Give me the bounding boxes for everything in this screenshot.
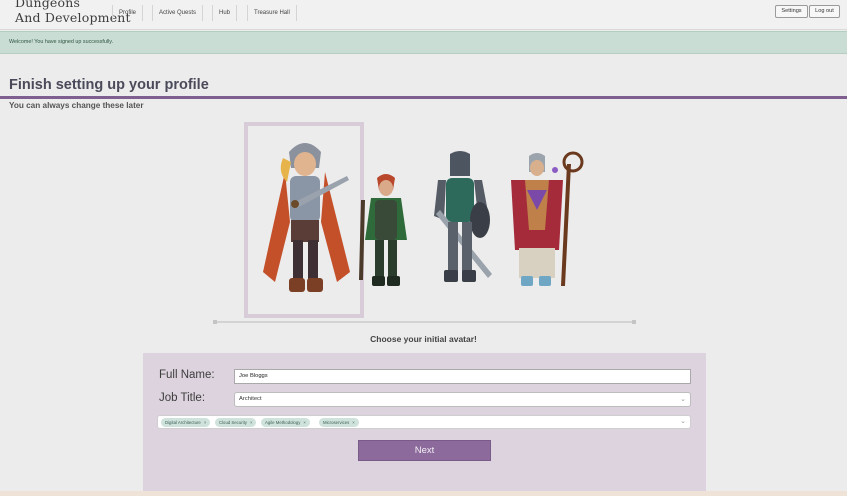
job-title-value: Architect — [239, 396, 262, 402]
choose-avatar-label: Choose your initial avatar! — [370, 334, 477, 344]
knight-avatar[interactable] — [428, 150, 496, 290]
chevron-down-icon: ⌄ — [680, 396, 686, 403]
skill-tag-label: Digital Architecture — [165, 420, 201, 425]
next-button[interactable]: Next — [358, 440, 491, 461]
skill-tag: Agile Methodology × — [261, 418, 310, 427]
skill-tag-label: Microservices — [323, 420, 350, 425]
job-title-label: Job Title: — [159, 392, 206, 404]
profile-form: Full Name: Joe Bloggs Job Title: Archite… — [143, 353, 706, 493]
job-title-select[interactable]: Architect ⌄ — [234, 392, 691, 407]
nav-link-treasure-hall[interactable]: Treasure Hall — [247, 5, 297, 21]
warrior-avatar[interactable] — [255, 132, 355, 306]
skill-tag: Digital Architecture × — [161, 418, 211, 427]
title-divider — [0, 96, 847, 99]
ranger-avatar[interactable] — [357, 170, 415, 292]
skills-multiselect[interactable]: Digital Architecture × Cloud Security × Ag… — [157, 415, 691, 429]
success-alert: Welcome! You have signed up successfully… — [0, 31, 847, 54]
logout-button[interactable]: Log out — [809, 5, 840, 18]
page-subtitle: You can always change these later — [9, 101, 144, 110]
avatar-scrollbar[interactable] — [214, 321, 636, 323]
remove-tag-icon[interactable]: × — [204, 420, 207, 425]
remove-tag-icon[interactable]: × — [352, 420, 355, 425]
chevron-down-icon[interactable]: ⌄ — [680, 416, 686, 428]
nav-link-active-quests[interactable]: Active Quests — [152, 5, 204, 21]
nav-link-profile[interactable]: Profile — [112, 5, 144, 21]
skill-tag: Microservices × — [319, 418, 359, 427]
remove-tag-icon[interactable]: × — [250, 420, 253, 425]
page-title: Finish setting up your profile — [9, 77, 209, 93]
top-navbar: Dungeons And Development Profile Active … — [0, 0, 847, 30]
skill-tag-label: Agile Methodology — [265, 420, 301, 425]
skill-tag: Cloud Security × — [215, 418, 257, 427]
remove-tag-icon[interactable]: × — [303, 420, 306, 425]
full-name-input[interactable]: Joe Bloggs — [234, 369, 691, 384]
scroll-left-cap[interactable] — [213, 320, 217, 324]
footer-band — [0, 491, 847, 496]
full-name-label: Full Name: — [159, 369, 215, 381]
nav-link-hub[interactable]: Hub — [212, 5, 238, 21]
mage-avatar[interactable] — [505, 150, 587, 290]
scroll-right-cap[interactable] — [632, 320, 636, 324]
settings-button[interactable]: Settings — [775, 5, 808, 18]
skill-tag-label: Cloud Security — [219, 420, 247, 425]
alert-message: Welcome! You have signed up successfully… — [9, 39, 114, 45]
